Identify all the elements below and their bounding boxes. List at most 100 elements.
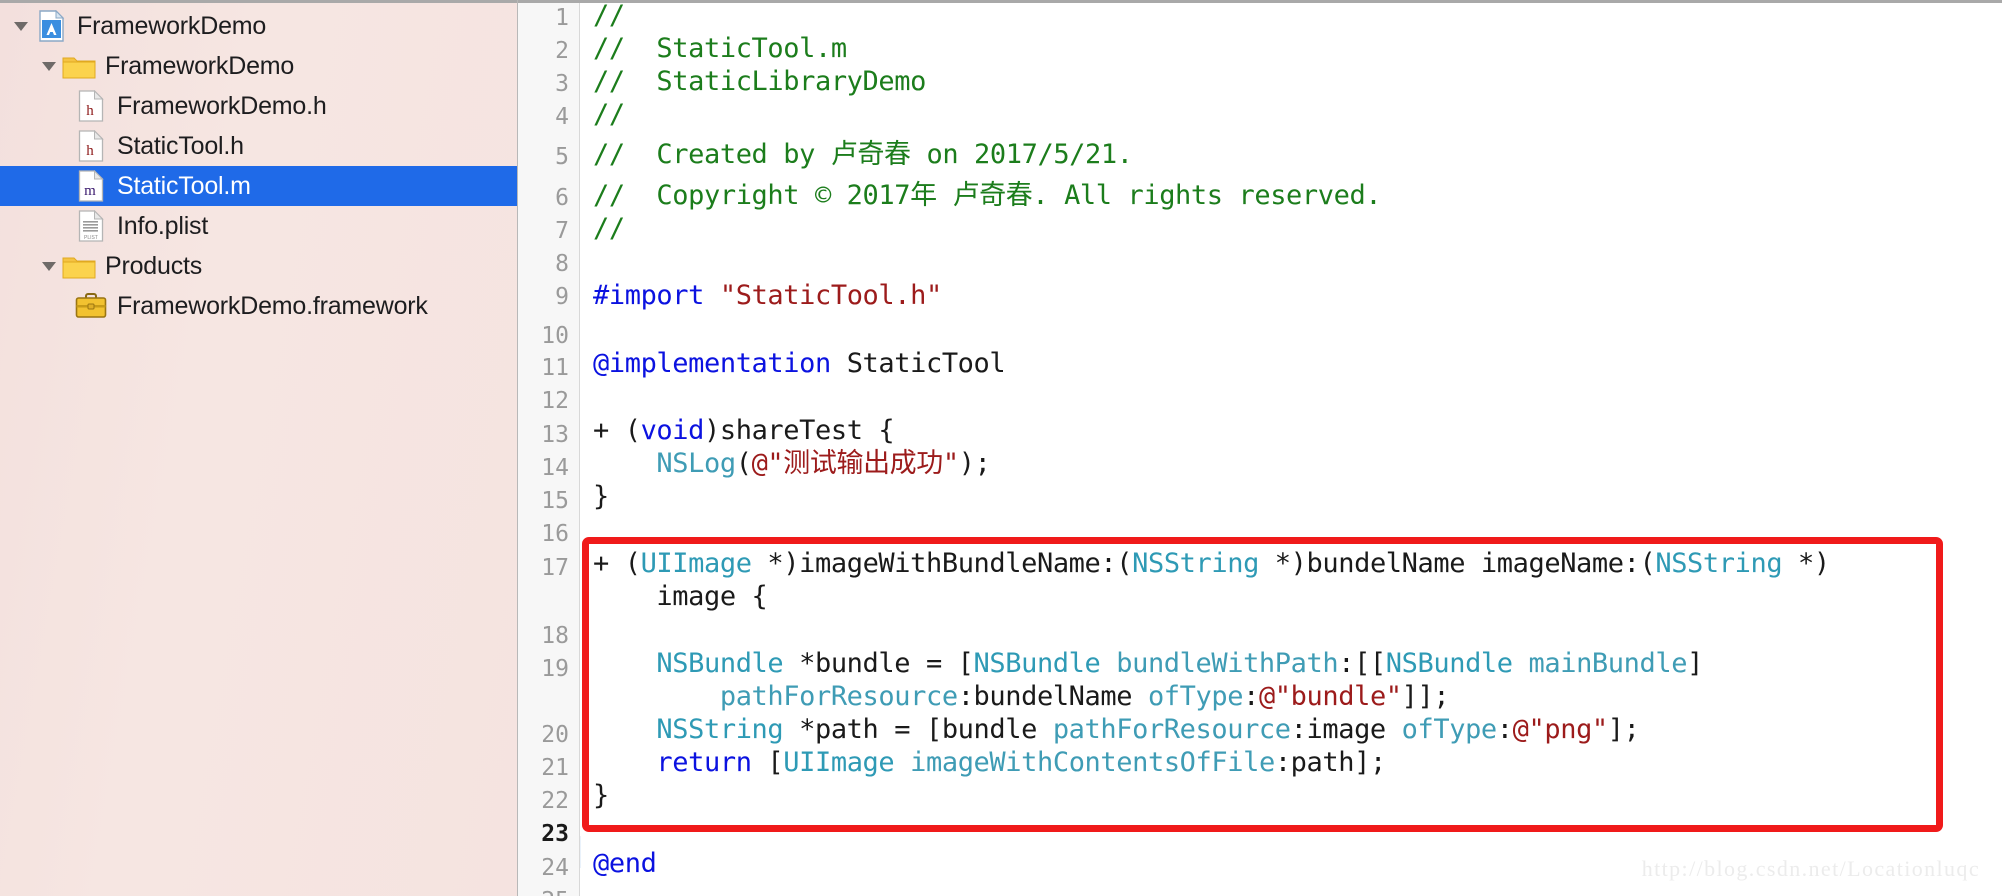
code-line-19-wrap: pathForResource:bundelName ofType:@"bund… bbox=[593, 681, 1450, 713]
comment-token: // StaticTool.m bbox=[593, 33, 847, 64]
chevron-down-icon[interactable] bbox=[8, 15, 34, 37]
punct-token: : bbox=[1496, 714, 1513, 745]
punct-token: [ bbox=[751, 747, 784, 778]
punct-token: ] bbox=[1687, 648, 1703, 679]
punct-token: ( bbox=[735, 448, 752, 479]
class-name-token: StaticTool bbox=[830, 348, 1006, 379]
punct-token: *) bbox=[1782, 548, 1830, 579]
code-line-15: } bbox=[593, 481, 609, 513]
code-line-22: } bbox=[593, 780, 609, 812]
project-navigator-sidebar[interactable]: FrameworkDemo FrameworkDemo h FrameworkD… bbox=[0, 0, 518, 896]
selector-token: bundleWithPath bbox=[1116, 648, 1339, 679]
code-line-17: + (UIImage *)imageWithBundleName:(NSStri… bbox=[593, 548, 1830, 580]
code-line-5: // Created by 卢奇春 on 2017/5/21. bbox=[593, 139, 1133, 171]
line-number: 24 bbox=[541, 855, 569, 881]
punct-token: ]; bbox=[1607, 714, 1640, 745]
sidebar-item-label: FrameworkDemo.h bbox=[117, 91, 327, 120]
string-token: "StaticTool.h" bbox=[719, 280, 942, 311]
sidebar-item-label: StaticTool.h bbox=[117, 131, 244, 160]
line-number: 14 bbox=[541, 455, 569, 481]
code-line-14: NSLog(@"测试输出成功"); bbox=[593, 448, 990, 480]
svg-text:PLIST: PLIST bbox=[84, 235, 98, 241]
code-line-3: // StaticLibraryDemo bbox=[593, 66, 926, 98]
header-file-icon: h bbox=[74, 130, 108, 162]
type-token: UIImage bbox=[783, 747, 895, 778]
line-number: 7 bbox=[555, 218, 569, 244]
folder-icon bbox=[62, 53, 96, 80]
punct-token: :[[ bbox=[1338, 648, 1386, 679]
svg-text:h: h bbox=[86, 103, 94, 119]
line-number: 9 bbox=[555, 284, 569, 310]
comment-token: // bbox=[593, 0, 625, 31]
code-line-6: // Copyright © 2017年 卢奇春. All rights res… bbox=[593, 180, 1382, 212]
sidebar-item-label: StaticTool.m bbox=[117, 171, 251, 200]
comment-token: // bbox=[593, 213, 625, 244]
type-token: UIImage bbox=[640, 548, 752, 579]
code-line-4: // bbox=[593, 99, 625, 131]
type-token: NSBundle bbox=[973, 648, 1101, 679]
sidebar-item-label: Products bbox=[105, 251, 203, 280]
sidebar-item-statictool-m[interactable]: m StaticTool.m bbox=[0, 166, 517, 206]
line-number: 18 bbox=[541, 623, 569, 649]
line-number: 1 bbox=[555, 5, 569, 31]
line-number: 6 bbox=[555, 185, 569, 211]
punct-token: *bundle = [ bbox=[783, 648, 974, 679]
sidebar-item-frameworkdemo-folder[interactable]: FrameworkDemo bbox=[0, 46, 517, 86]
sidebar-item-products[interactable]: Products bbox=[0, 246, 517, 286]
sidebar-item-frameworkdemo-framework[interactable]: FrameworkDemo.framework bbox=[0, 286, 517, 326]
line-number-current: 23 bbox=[541, 821, 569, 847]
sidebar-item-label: FrameworkDemo bbox=[105, 51, 295, 80]
code-line-2: // StaticTool.m bbox=[593, 33, 847, 65]
line-number: 11 bbox=[541, 355, 569, 381]
code-line-24: @end bbox=[593, 848, 657, 880]
keyword-token: @end bbox=[593, 848, 657, 879]
chevron-down-icon[interactable] bbox=[36, 55, 62, 77]
string-token: @"png" bbox=[1512, 714, 1609, 745]
indent-token bbox=[593, 714, 656, 745]
sidebar-item-frameworkdemo-project[interactable]: FrameworkDemo bbox=[0, 6, 517, 46]
param-token: image { bbox=[593, 581, 768, 612]
framework-icon bbox=[74, 292, 108, 320]
line-number: 4 bbox=[555, 104, 569, 130]
chevron-down-icon[interactable] bbox=[36, 255, 62, 277]
line-number: 5 bbox=[555, 144, 569, 170]
indent-token bbox=[593, 648, 656, 679]
code-line-9: #import "StaticTool.h" bbox=[593, 280, 942, 312]
line-number-gutter: 1 2 3 4 5 6 7 8 9 10 11 12 13 14 15 16 1… bbox=[518, 0, 580, 896]
folder-icon bbox=[62, 253, 96, 280]
selector-token: ofType bbox=[1147, 681, 1244, 712]
type-token: NSString bbox=[656, 714, 784, 745]
sidebar-item-info-plist[interactable]: PLIST Info.plist bbox=[0, 206, 517, 246]
line-number: 16 bbox=[541, 521, 569, 547]
arg-token: :bundelName bbox=[957, 681, 1148, 712]
comment-token: // StaticLibraryDemo bbox=[593, 66, 926, 97]
editor-top-divider bbox=[518, 0, 2002, 3]
punct-token: :path]; bbox=[1274, 747, 1386, 778]
keyword-token: return bbox=[656, 747, 752, 778]
implementation-file-icon: m bbox=[74, 170, 108, 202]
code-text-area[interactable]: // // StaticTool.m // StaticLibraryDemo … bbox=[581, 0, 2002, 896]
code-line-7: // bbox=[593, 213, 625, 245]
line-number: 12 bbox=[541, 388, 569, 414]
source-editor[interactable]: 1 2 3 4 5 6 7 8 9 10 11 12 13 14 15 16 1… bbox=[518, 0, 2002, 896]
sidebar-item-statictool-h[interactable]: h StaticTool.h bbox=[0, 126, 517, 166]
comment-token: // bbox=[593, 99, 625, 130]
xcode-project-icon bbox=[34, 10, 68, 42]
svg-text:h: h bbox=[86, 143, 94, 159]
plist-file-icon: PLIST bbox=[74, 210, 108, 242]
sidebar-item-frameworkdemo-h[interactable]: h FrameworkDemo.h bbox=[0, 86, 517, 126]
keyword-token: void bbox=[640, 415, 705, 446]
line-number: 25 bbox=[521, 885, 569, 896]
line-number: 22 bbox=[541, 788, 569, 814]
selector-token: *)bundelName imageName:( bbox=[1258, 548, 1656, 579]
selector-token: imageWithContentsOfFile bbox=[910, 747, 1275, 778]
line-number: 15 bbox=[541, 488, 569, 514]
comment-token: // Created by 卢奇春 on 2017/5/21. bbox=[593, 139, 1133, 170]
indent-token bbox=[593, 448, 656, 479]
code-line-17-wrap: image { bbox=[593, 581, 767, 613]
code-line-13: + (void)shareTest { bbox=[593, 415, 895, 447]
line-number: 10 bbox=[541, 323, 569, 349]
